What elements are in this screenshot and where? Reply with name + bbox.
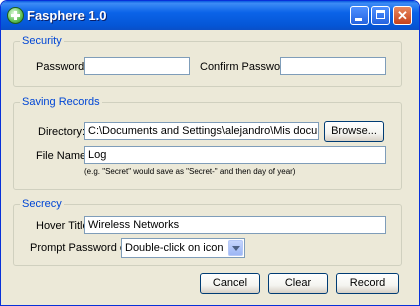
directory-label: Directory: — [38, 126, 86, 138]
directory-field[interactable]: C:\Documents and Settings\alejandro\Mis … — [84, 122, 319, 140]
confirm-password-field[interactable] — [280, 57, 386, 75]
prompt-password-value: Double-click on icon — [125, 242, 224, 254]
file-name-label: File Name: — [36, 150, 90, 162]
cancel-button[interactable]: Cancel — [200, 273, 260, 294]
maximize-button[interactable] — [371, 6, 390, 25]
fasphere-window: Fasphere 1.0 ✕ Security Password: Confir… — [0, 0, 420, 306]
saving-records-legend: Saving Records — [20, 96, 102, 108]
prompt-password-label: Prompt Password on: — [30, 242, 136, 254]
security-group: Security Password: Confirm Password: — [13, 35, 402, 87]
hover-title-field[interactable]: Wireless Networks — [84, 216, 386, 234]
password-field[interactable] — [84, 57, 190, 75]
secrecy-legend: Secrecy — [20, 198, 64, 210]
prompt-password-select[interactable]: Double-click on icon — [121, 238, 245, 258]
close-icon: ✕ — [397, 8, 408, 23]
maximize-icon — [376, 10, 385, 19]
secrecy-group: Secrecy Hover Title: Wireless Networks P… — [13, 198, 402, 266]
browse-button[interactable]: Browse... — [324, 121, 384, 142]
app-plus-icon — [7, 7, 24, 24]
saving-records-group: Saving Records Directory: C:\Documents a… — [13, 96, 402, 190]
minimize-icon — [355, 18, 362, 21]
minimize-button[interactable] — [350, 6, 369, 25]
file-name-hint: (e.g. "Secret" would save as "Secret-" a… — [84, 167, 296, 176]
title-bar[interactable]: Fasphere 1.0 ✕ — [1, 1, 419, 30]
clear-button[interactable]: Clear — [268, 273, 328, 294]
security-legend: Security — [20, 35, 64, 47]
chevron-down-icon[interactable] — [228, 240, 243, 256]
confirm-password-label: Confirm Password: — [200, 61, 293, 73]
window-title: Fasphere 1.0 — [27, 8, 107, 23]
file-name-field[interactable]: Log — [84, 146, 386, 164]
record-button[interactable]: Record — [336, 273, 399, 294]
password-label: Password: — [36, 61, 88, 73]
close-button[interactable]: ✕ — [393, 6, 412, 25]
